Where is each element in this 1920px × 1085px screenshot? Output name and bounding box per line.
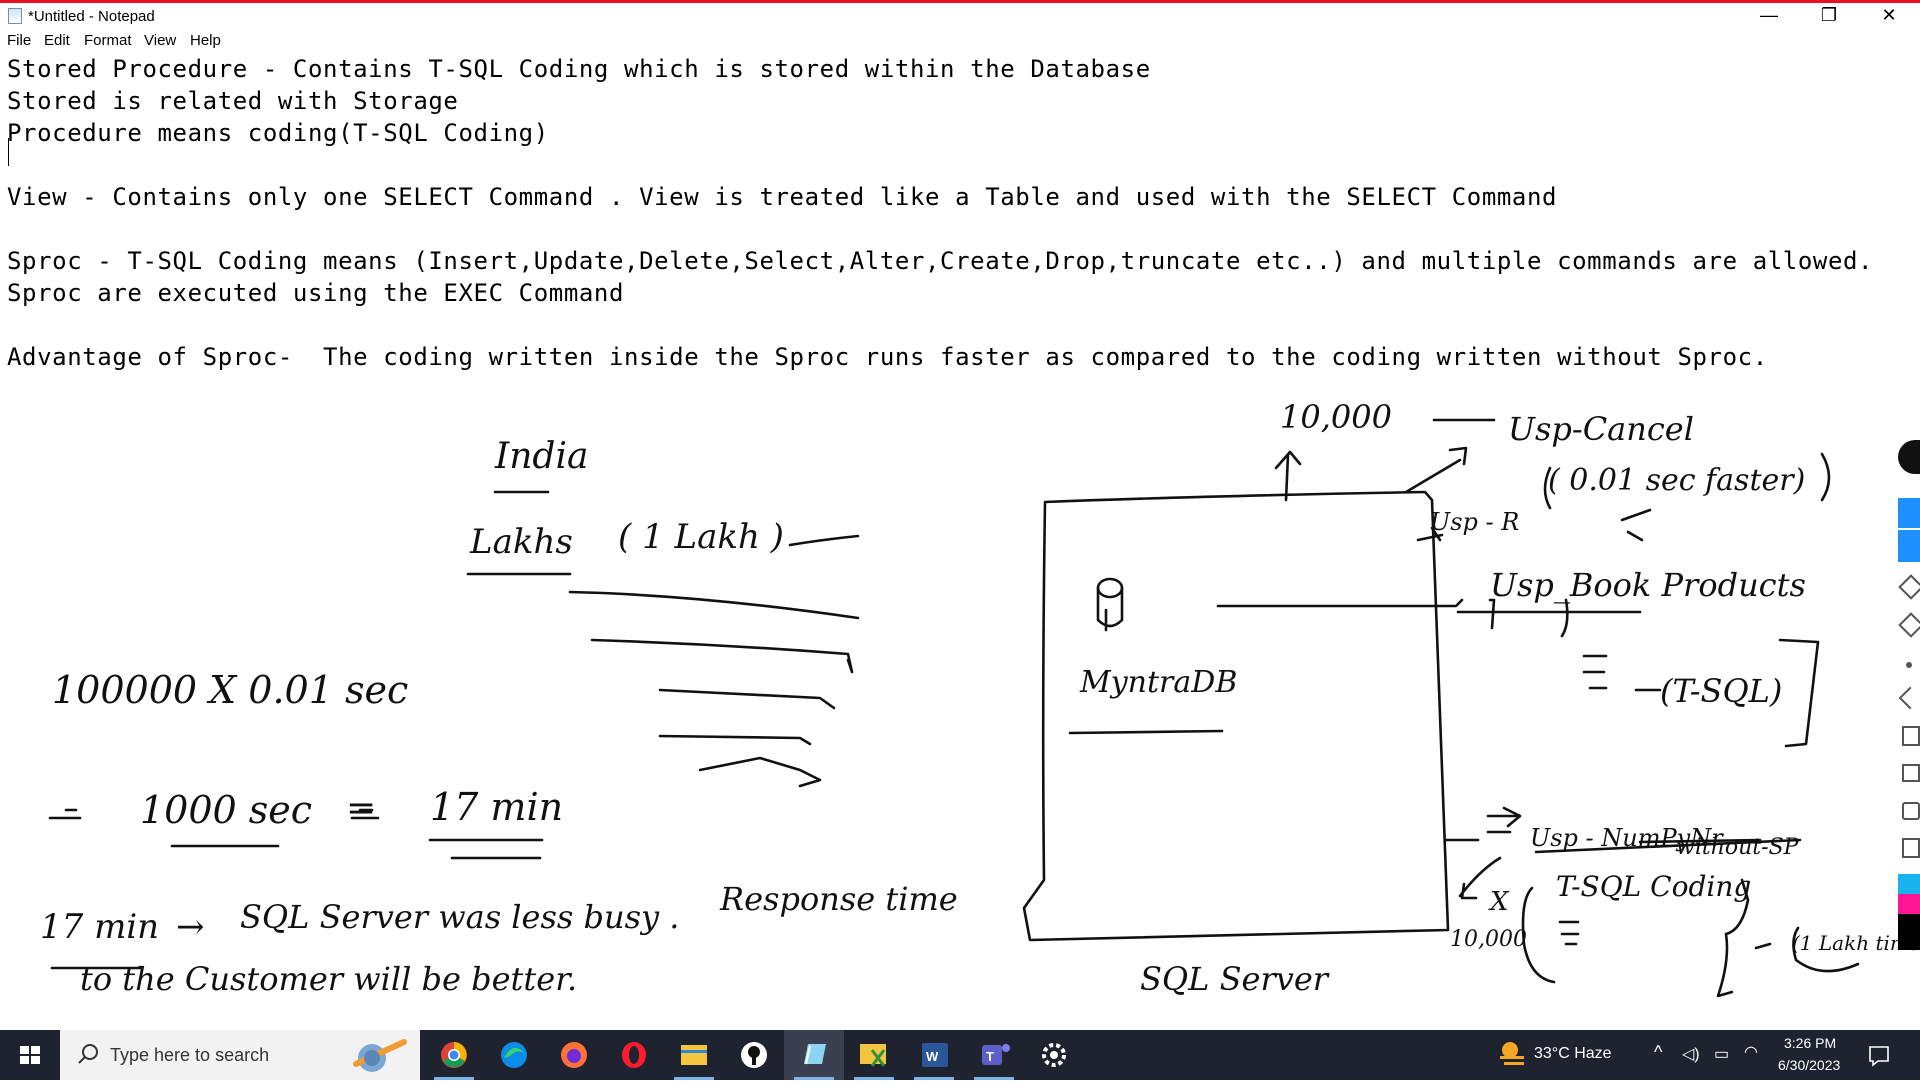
dot-icon[interactable] bbox=[1906, 662, 1912, 668]
eye-icon[interactable] bbox=[1898, 498, 1920, 528]
document-icon[interactable] bbox=[1902, 838, 1920, 858]
taskbar-chrome[interactable] bbox=[424, 1030, 484, 1080]
pen-icon[interactable] bbox=[1898, 574, 1920, 600]
pen-toolbar bbox=[1898, 440, 1920, 960]
search-box[interactable]: Type here to search bbox=[60, 1030, 420, 1080]
note-faster: ( 0.01 sec faster) bbox=[1548, 463, 1805, 498]
teams-icon: T bbox=[982, 1044, 1010, 1065]
note-one-lakh: ( 1 Lakh ) bbox=[618, 517, 784, 557]
taskbar-edge[interactable] bbox=[484, 1030, 544, 1080]
opera-icon bbox=[622, 1042, 646, 1068]
note-tsql-coding: T-SQL Coding bbox=[1556, 870, 1751, 903]
taskbar-file-explorer[interactable] bbox=[664, 1030, 724, 1080]
cursor-icon[interactable] bbox=[1898, 530, 1920, 562]
taskbar-snipping[interactable] bbox=[844, 1030, 904, 1080]
settings-icon bbox=[1042, 1043, 1066, 1067]
note-sql-server: SQL Server bbox=[1140, 960, 1330, 998]
windows-icon bbox=[20, 1046, 40, 1064]
clock-time[interactable]: 3:26 PM bbox=[1784, 1035, 1836, 1051]
file-explorer-icon bbox=[681, 1045, 707, 1065]
svg-text:W: W bbox=[926, 1049, 939, 1064]
search-highlight-icon bbox=[353, 1039, 407, 1072]
note-without-sp: without-SP bbox=[1676, 835, 1800, 860]
word-icon: W bbox=[922, 1043, 948, 1067]
note-equals: = bbox=[346, 788, 376, 829]
note-customer: to the Customer will be better. bbox=[80, 960, 577, 998]
note-myntra-db: MyntraDB bbox=[1079, 665, 1237, 700]
weather-text[interactable]: 33°C Haze bbox=[1534, 1045, 1612, 1063]
color-swatch-black[interactable] bbox=[1898, 914, 1920, 950]
notification-icon[interactable] bbox=[1864, 1030, 1894, 1080]
note-response: Response time bbox=[719, 880, 958, 918]
note-lakhs: Lakhs bbox=[469, 522, 573, 562]
edge-icon bbox=[501, 1042, 527, 1068]
start-button[interactable] bbox=[0, 1030, 60, 1080]
taskbar: Type here to search W T 33°C Haze ^ ◁) ▭… bbox=[0, 1030, 1920, 1080]
speaker-icon[interactable]: ◁) bbox=[1682, 1044, 1700, 1064]
note-calc: 100000 X 0.01 sec bbox=[52, 668, 408, 712]
highlighter-icon[interactable] bbox=[1898, 612, 1920, 638]
delete-icon[interactable] bbox=[1902, 726, 1920, 746]
chrome-icon bbox=[441, 1042, 467, 1068]
note-1000-sec: 1000 sec bbox=[140, 788, 312, 832]
pen-toolbar-logo-icon[interactable] bbox=[1898, 440, 1920, 474]
wifi-icon[interactable]: ◠ bbox=[1744, 1042, 1758, 1062]
search-placeholder: Type here to search bbox=[110, 1045, 270, 1065]
taskbar-word[interactable]: W bbox=[904, 1030, 964, 1080]
taskbar-opera[interactable] bbox=[604, 1030, 664, 1080]
screen-icon[interactable] bbox=[1902, 764, 1920, 782]
note-17-min: 17 min bbox=[430, 785, 563, 829]
note-10000-bottom: 10,000 bbox=[1450, 927, 1527, 952]
note-sql-busy: SQL Server was less busy . bbox=[240, 898, 679, 936]
camera-icon[interactable] bbox=[1902, 802, 1920, 820]
note-india: India bbox=[494, 436, 588, 477]
taskbar-teams[interactable]: T bbox=[964, 1030, 1024, 1080]
note-usp-book: Usp_Book Products bbox=[1490, 566, 1806, 604]
undo-icon[interactable] bbox=[1898, 686, 1920, 710]
snipping-icon bbox=[860, 1044, 886, 1067]
svg-text:T: T bbox=[986, 1049, 994, 1064]
note-usp-cancel: Usp-Cancel bbox=[1508, 410, 1694, 448]
firefox-icon bbox=[561, 1042, 587, 1068]
taskbar-app[interactable] bbox=[724, 1030, 784, 1080]
color-swatch-cyan[interactable] bbox=[1898, 874, 1920, 894]
app-icon bbox=[741, 1042, 767, 1068]
notepad-icon bbox=[804, 1044, 826, 1065]
note-17-min-b: 17 min bbox=[40, 907, 159, 947]
clock-date[interactable]: 6/30/2023 bbox=[1778, 1057, 1840, 1073]
taskbar-firefox[interactable] bbox=[544, 1030, 604, 1080]
color-swatch-magenta[interactable] bbox=[1898, 894, 1920, 914]
note-10000-top: 10,000 bbox=[1280, 398, 1392, 436]
taskbar-notepad[interactable] bbox=[784, 1030, 844, 1080]
note-tsql: (T-SQL) bbox=[1660, 672, 1782, 710]
note-arrow: → bbox=[176, 907, 205, 947]
chevron-up-icon[interactable]: ^ bbox=[1654, 1042, 1662, 1063]
note-x-mark: X bbox=[1488, 887, 1510, 917]
taskbar-settings[interactable] bbox=[1024, 1030, 1084, 1080]
battery-icon[interactable]: ▭ bbox=[1714, 1044, 1729, 1064]
note-usp-r: Usp - R bbox=[1430, 508, 1519, 536]
weather-icon bbox=[1500, 1042, 1524, 1065]
pen-annotations: India Lakhs ( 1 Lakh ) 100000 X 0.01 sec… bbox=[40, 398, 1920, 998]
